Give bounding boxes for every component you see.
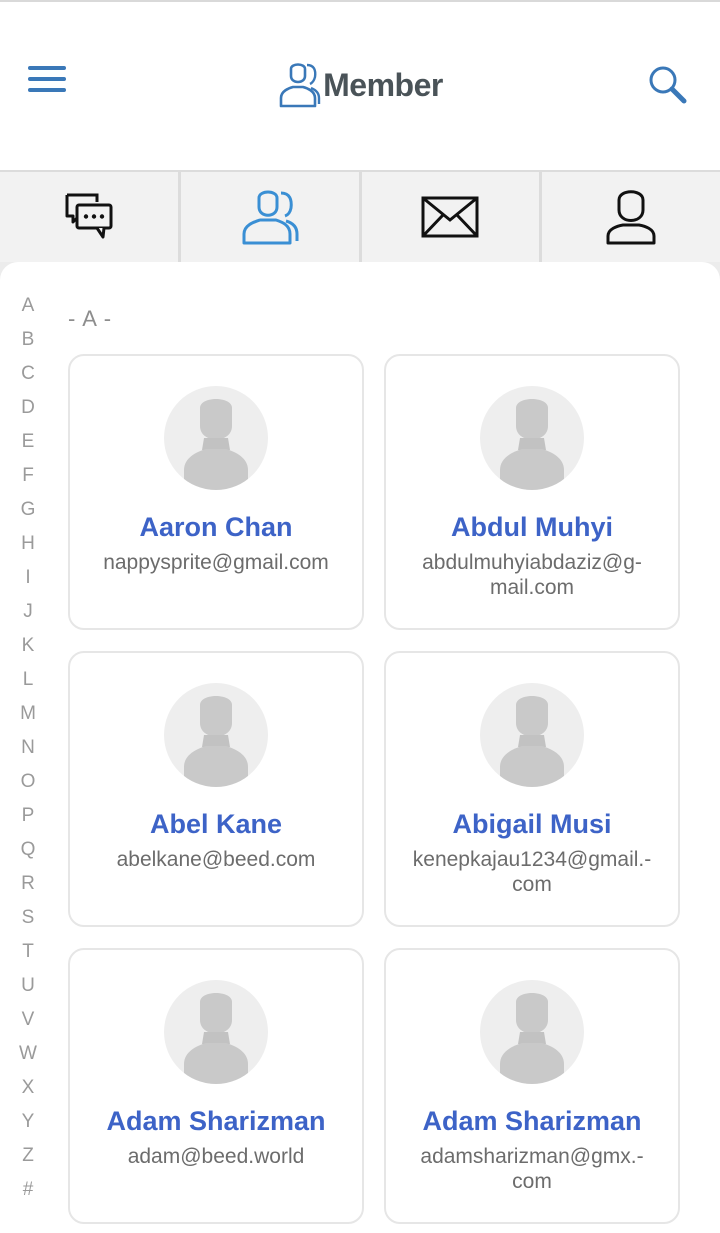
member-card[interactable]: Abigail Musi kenepkajau1234@gmail.-com	[384, 651, 680, 927]
tab-bar	[0, 170, 720, 262]
alphabet-index-letter[interactable]: R	[14, 872, 42, 906]
member-email: abelkane@beed.com	[116, 848, 316, 871]
tab-chat[interactable]	[0, 172, 178, 262]
avatar	[164, 980, 268, 1084]
tab-profile[interactable]	[542, 172, 720, 262]
alphabet-index-letter[interactable]: H	[14, 532, 42, 566]
alphabet-index-letter[interactable]: S	[14, 906, 42, 940]
member-name: Adam Sharizman	[106, 1106, 326, 1136]
page-title: Member	[323, 66, 443, 103]
app-header: Member	[0, 2, 720, 170]
alphabet-index-letter[interactable]: Z	[14, 1144, 42, 1178]
alphabet-index-letter[interactable]: X	[14, 1076, 42, 1110]
alphabet-index-letter[interactable]: W	[14, 1042, 42, 1076]
user-icon	[606, 190, 656, 245]
alphabet-index-letter[interactable]: T	[14, 940, 42, 974]
alphabet-index-letter[interactable]: Q	[14, 838, 42, 872]
member-email: nappysprite@gmail.com	[103, 551, 329, 574]
member-name: Abdul Muhyi	[451, 512, 613, 542]
page-title-group: Member	[0, 60, 720, 110]
alphabet-index-letter[interactable]: F	[14, 464, 42, 498]
avatar	[480, 386, 584, 490]
alphabet-index-letter[interactable]: P	[14, 804, 42, 838]
avatar	[480, 980, 584, 1084]
member-name: Adam Sharizman	[422, 1106, 642, 1136]
member-grid: Aaron Chan nappysprite@gmail.com Abdul Muh…	[68, 354, 680, 1224]
members-icon	[242, 190, 299, 245]
alphabet-index-letter[interactable]: N	[14, 736, 42, 770]
member-email: adamsharizman@gmx.-com	[420, 1145, 644, 1193]
avatar	[164, 683, 268, 787]
alphabet-index-letter[interactable]: O	[14, 770, 42, 804]
alphabet-index: A B C D E F G H I J K L M N O P Q R S T U V W X Y Z #	[14, 294, 42, 1212]
envelope-icon	[421, 196, 479, 238]
members-title-icon	[279, 63, 321, 108]
alphabet-index-letter[interactable]: #	[14, 1178, 42, 1212]
member-card[interactable]: Abdul Muhyi abdulmuhyiabdaziz@g-mail.com	[384, 354, 680, 630]
member-name: Abigail Musi	[452, 809, 612, 839]
avatar	[480, 683, 584, 787]
alphabet-index-letter[interactable]: B	[14, 328, 42, 362]
alphabet-index-letter[interactable]: A	[14, 294, 42, 328]
member-name: Aaron Chan	[139, 512, 293, 542]
alphabet-index-letter[interactable]: M	[14, 702, 42, 736]
member-email: abdulmuhyiabdaziz@g-mail.com	[422, 551, 642, 599]
search-icon[interactable]	[646, 64, 690, 108]
member-card[interactable]: Aaron Chan nappysprite@gmail.com	[68, 354, 364, 630]
alphabet-index-letter[interactable]: K	[14, 634, 42, 668]
chat-bubbles-icon	[65, 193, 113, 239]
tab-mail[interactable]	[361, 172, 540, 262]
member-card[interactable]: Abel Kane abelkane@beed.com	[68, 651, 364, 927]
alphabet-index-letter[interactable]: L	[14, 668, 42, 702]
member-list-panel: A B C D E F G H I J K L M N O P Q R S T U V W X Y Z # - A - Aaron …	[0, 262, 720, 1233]
member-card[interactable]: Adam Sharizman adamsharizman@gmx.-com	[384, 948, 680, 1224]
alphabet-index-letter[interactable]: J	[14, 600, 42, 634]
alphabet-index-letter[interactable]: G	[14, 498, 42, 532]
alphabet-index-letter[interactable]: I	[14, 566, 42, 600]
alphabet-index-letter[interactable]: Y	[14, 1110, 42, 1144]
alphabet-index-letter[interactable]: E	[14, 430, 42, 464]
avatar	[164, 386, 268, 490]
alphabet-index-letter[interactable]: U	[14, 974, 42, 1008]
member-email: adam@beed.world	[127, 1145, 305, 1168]
alphabet-index-letter[interactable]: C	[14, 362, 42, 396]
section-header: - A -	[68, 306, 113, 331]
alphabet-index-letter[interactable]: D	[14, 396, 42, 430]
tab-members[interactable]	[180, 172, 359, 262]
member-email: kenepkajau1234@gmail.-com	[412, 848, 652, 896]
member-name: Abel Kane	[149, 809, 283, 839]
member-card[interactable]: Adam Sharizman adam@beed.world	[68, 948, 364, 1224]
alphabet-index-letter[interactable]: V	[14, 1008, 42, 1042]
